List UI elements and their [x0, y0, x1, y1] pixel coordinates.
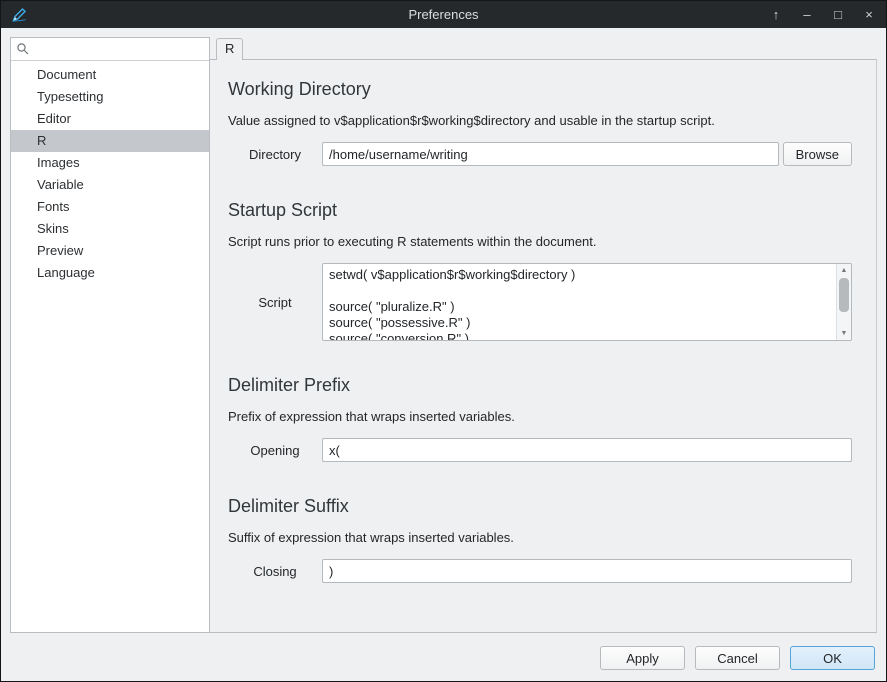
keep-above-icon[interactable]: ↑: [769, 1, 783, 28]
search-icon: [16, 42, 30, 56]
browse-button[interactable]: Browse: [783, 142, 852, 166]
preferences-window: Preferences ↑ – □ × Document Type: [0, 0, 887, 682]
delimiter-prefix-heading: Delimiter Prefix: [228, 375, 852, 396]
maximize-icon[interactable]: □: [831, 1, 845, 28]
tab-r[interactable]: R: [216, 38, 243, 60]
sidebar-item-skins[interactable]: Skins: [11, 218, 209, 240]
sidebar-item-editor[interactable]: Editor: [11, 108, 209, 130]
sidebar-item-variable[interactable]: Variable: [11, 174, 209, 196]
startup-script-description: Script runs prior to executing R stateme…: [228, 234, 852, 250]
script-editor: setwd( v$application$r$working$directory…: [322, 263, 852, 341]
sidebar-item-language[interactable]: Language: [11, 262, 209, 284]
dialog-body: Document Typesetting Editor R Images Var…: [1, 28, 886, 681]
directory-label: Directory: [228, 147, 322, 162]
section-working-directory: Working Directory Value assigned to v$ap…: [228, 79, 852, 166]
closing-label: Closing: [228, 564, 322, 579]
search-input[interactable]: [35, 41, 204, 58]
working-directory-description: Value assigned to v$application$r$workin…: [228, 113, 852, 129]
section-delimiter-prefix: Delimiter Prefix Prefix of expression th…: [228, 375, 852, 462]
delimiter-suffix-description: Suffix of expression that wraps inserted…: [228, 530, 852, 546]
startup-script-heading: Startup Script: [228, 200, 852, 221]
section-delimiter-suffix: Delimiter Suffix Suffix of expression th…: [228, 496, 852, 583]
delimiter-suffix-heading: Delimiter Suffix: [228, 496, 852, 517]
sidebar-item-preview[interactable]: Preview: [11, 240, 209, 262]
settings-nav: Document Typesetting Editor R Images Var…: [11, 61, 209, 284]
ok-button[interactable]: OK: [790, 646, 875, 670]
settings-tabwidget: R Working Directory Value assigned to v$…: [210, 37, 877, 633]
sidebar-item-document[interactable]: Document: [11, 64, 209, 86]
titlebar[interactable]: Preferences ↑ – □ ×: [1, 1, 886, 28]
minimize-icon[interactable]: –: [800, 1, 814, 28]
search-box: [11, 38, 209, 61]
apply-button[interactable]: Apply: [600, 646, 685, 670]
script-textarea[interactable]: setwd( v$application$r$working$directory…: [322, 263, 852, 341]
sidebar-item-typesetting[interactable]: Typesetting: [11, 86, 209, 108]
opening-label: Opening: [228, 443, 322, 458]
window-controls: ↑ – □ ×: [769, 1, 876, 28]
sidebar-item-fonts[interactable]: Fonts: [11, 196, 209, 218]
opening-input[interactable]: [322, 438, 852, 462]
directory-input[interactable]: [322, 142, 779, 166]
dialog-footer: Apply Cancel OK: [10, 633, 877, 672]
section-startup-script: Startup Script Script runs prior to exec…: [228, 200, 852, 341]
closing-input[interactable]: [322, 559, 852, 583]
working-directory-heading: Working Directory: [228, 79, 852, 100]
scrollbar-thumb[interactable]: [839, 278, 849, 312]
cancel-button[interactable]: Cancel: [695, 646, 780, 670]
app-pencil-icon: [11, 7, 27, 23]
tab-bar: R: [210, 37, 877, 59]
sidebar-item-images[interactable]: Images: [11, 152, 209, 174]
window-title: Preferences: [1, 7, 886, 22]
script-label: Script: [228, 295, 322, 310]
scroll-up-icon[interactable]: ▲: [837, 264, 851, 277]
script-scrollbar[interactable]: ▲ ▼: [836, 264, 851, 340]
r-settings-pane: Working Directory Value assigned to v$ap…: [210, 59, 877, 633]
sidebar: Document Typesetting Editor R Images Var…: [10, 37, 210, 633]
close-icon[interactable]: ×: [862, 1, 876, 28]
sidebar-item-r[interactable]: R: [11, 130, 209, 152]
scroll-down-icon[interactable]: ▼: [837, 327, 851, 340]
delimiter-prefix-description: Prefix of expression that wraps inserted…: [228, 409, 852, 425]
